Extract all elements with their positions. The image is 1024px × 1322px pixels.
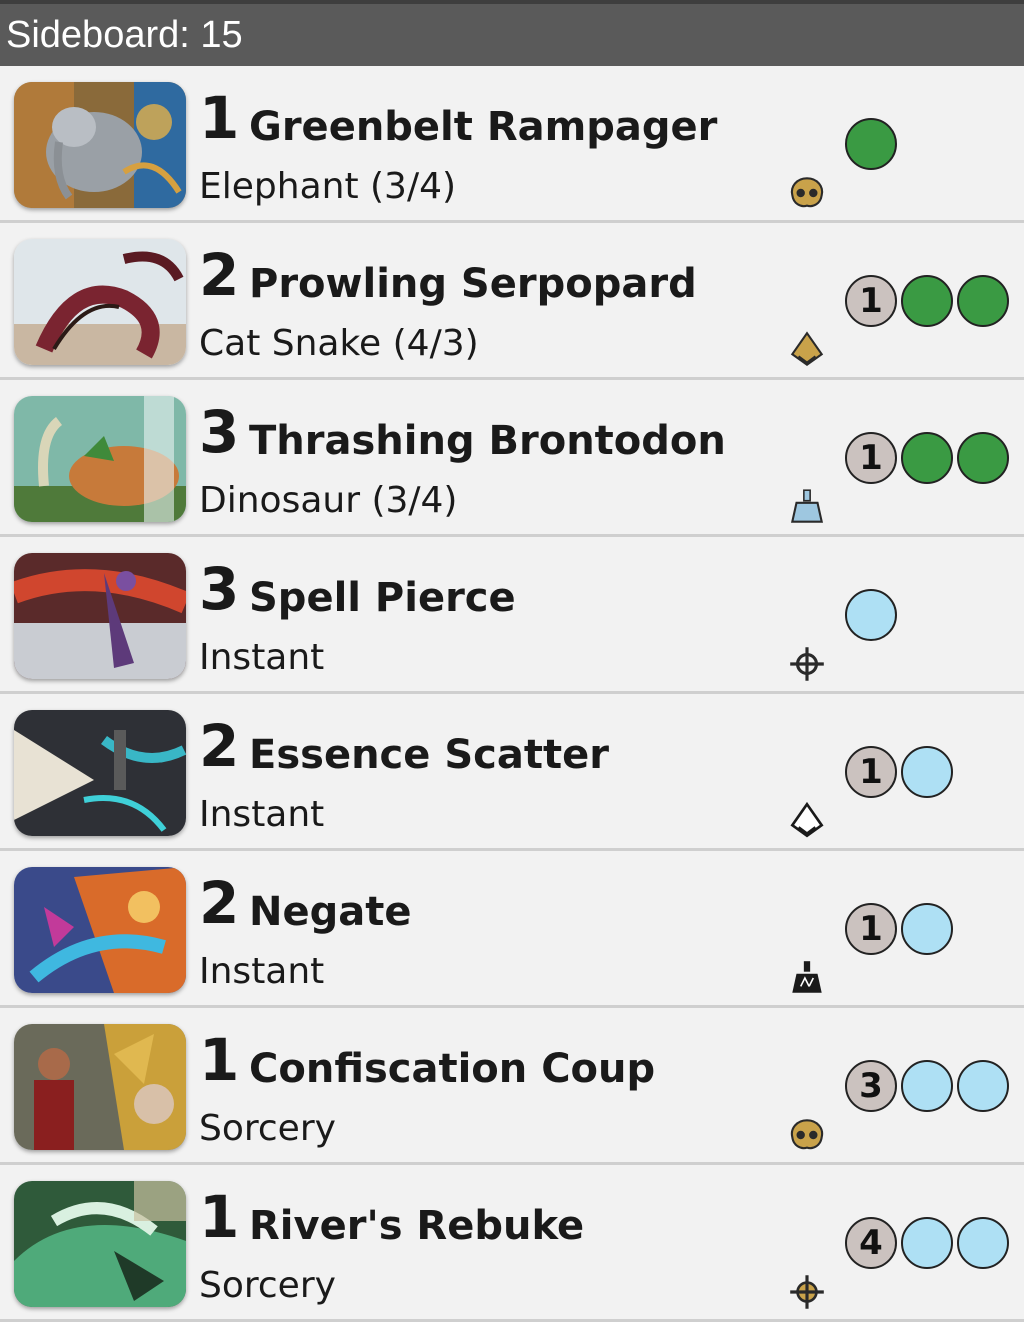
generic-mana-icon: 3 bbox=[845, 1060, 897, 1112]
green-mana-icon bbox=[901, 275, 953, 327]
amonkhet-set-icon bbox=[786, 329, 828, 371]
card-art-thumbnail bbox=[14, 1181, 186, 1307]
card-quantity: 3 bbox=[199, 398, 240, 466]
mana-cost bbox=[845, 589, 897, 645]
mana-cost: 1 bbox=[845, 275, 1009, 331]
card-art-thumbnail bbox=[14, 396, 186, 522]
card-name: Thrashing Brontodon bbox=[249, 418, 726, 464]
card-art-thumbnail bbox=[14, 710, 186, 836]
card-type: Instant bbox=[199, 794, 325, 835]
blue-mana-icon bbox=[957, 1217, 1009, 1269]
ixalan-compass-set-icon bbox=[786, 1271, 828, 1313]
generic-mana-icon: 4 bbox=[845, 1217, 897, 1269]
card-quantity: 2 bbox=[199, 241, 240, 309]
card-type: Instant bbox=[199, 637, 325, 678]
card-row[interactable]: 2 Negate Instant 1 bbox=[0, 851, 1024, 1008]
card-row[interactable]: 3 Thrashing Brontodon Dinosaur (3/4) 1 bbox=[0, 380, 1024, 537]
ixalan-set-icon bbox=[786, 957, 828, 999]
mana-cost: 4 bbox=[845, 1217, 1009, 1273]
card-name: Prowling Serpopard bbox=[249, 261, 697, 307]
amonkhet-set-icon bbox=[786, 800, 828, 842]
mana-cost: 1 bbox=[845, 746, 953, 802]
card-quantity: 3 bbox=[199, 555, 240, 623]
green-mana-icon bbox=[901, 432, 953, 484]
card-row[interactable]: 2 Essence Scatter Instant 1 bbox=[0, 694, 1024, 851]
blue-mana-icon bbox=[845, 589, 897, 641]
card-row[interactable]: 1 Greenbelt Rampager Elephant (3/4) bbox=[0, 66, 1024, 223]
generic-mana-icon: 1 bbox=[845, 746, 897, 798]
generic-mana-icon: 1 bbox=[845, 275, 897, 327]
sideboard-title: Sideboard: 15 bbox=[6, 14, 243, 56]
card-list: 1 Greenbelt Rampager Elephant (3/4) 2 Pr… bbox=[0, 66, 1024, 1322]
blue-mana-icon bbox=[901, 1060, 953, 1112]
card-type: Cat Snake (4/3) bbox=[199, 323, 479, 364]
card-name: Confiscation Coup bbox=[249, 1046, 656, 1092]
card-name: Negate bbox=[249, 889, 412, 935]
card-quantity: 1 bbox=[199, 1026, 240, 1094]
mana-cost bbox=[845, 118, 897, 174]
card-row[interactable]: 1 River's Rebuke Sorcery 4 bbox=[0, 1165, 1024, 1322]
ixalan-set-icon bbox=[786, 486, 828, 528]
generic-mana-icon: 1 bbox=[845, 903, 897, 955]
sideboard-header: Sideboard: 15 bbox=[0, 0, 1024, 66]
card-type: Elephant (3/4) bbox=[199, 166, 457, 207]
card-art-thumbnail bbox=[14, 553, 186, 679]
generic-mana-icon: 1 bbox=[845, 432, 897, 484]
card-art-thumbnail bbox=[14, 1024, 186, 1150]
card-name: Essence Scatter bbox=[249, 732, 609, 778]
ixalan-compass-set-icon bbox=[786, 643, 828, 685]
blue-mana-icon bbox=[901, 746, 953, 798]
card-art-thumbnail bbox=[14, 82, 186, 208]
card-name: Greenbelt Rampager bbox=[249, 104, 718, 150]
card-art-thumbnail bbox=[14, 867, 186, 993]
kaladesh-set-icon bbox=[786, 1114, 828, 1156]
card-quantity: 1 bbox=[199, 1183, 240, 1251]
card-type: Sorcery bbox=[199, 1265, 336, 1306]
blue-mana-icon bbox=[901, 903, 953, 955]
card-quantity: 1 bbox=[199, 84, 240, 152]
card-row[interactable]: 3 Spell Pierce Instant bbox=[0, 537, 1024, 694]
mana-cost: 3 bbox=[845, 1060, 1009, 1116]
green-mana-icon bbox=[957, 432, 1009, 484]
card-name: River's Rebuke bbox=[249, 1203, 585, 1249]
green-mana-icon bbox=[957, 275, 1009, 327]
card-quantity: 2 bbox=[199, 712, 240, 780]
kaladesh-set-icon bbox=[786, 172, 828, 214]
blue-mana-icon bbox=[957, 1060, 1009, 1112]
card-type: Dinosaur (3/4) bbox=[199, 480, 458, 521]
mana-cost: 1 bbox=[845, 903, 953, 959]
green-mana-icon bbox=[845, 118, 897, 170]
card-type: Sorcery bbox=[199, 1108, 336, 1149]
card-quantity: 2 bbox=[199, 869, 240, 937]
mana-cost: 1 bbox=[845, 432, 1009, 488]
card-row[interactable]: 1 Confiscation Coup Sorcery 3 bbox=[0, 1008, 1024, 1165]
card-name: Spell Pierce bbox=[249, 575, 516, 621]
blue-mana-icon bbox=[901, 1217, 953, 1269]
card-type: Instant bbox=[199, 951, 325, 992]
card-row[interactable]: 2 Prowling Serpopard Cat Snake (4/3) 1 bbox=[0, 223, 1024, 380]
card-art-thumbnail bbox=[14, 239, 186, 365]
